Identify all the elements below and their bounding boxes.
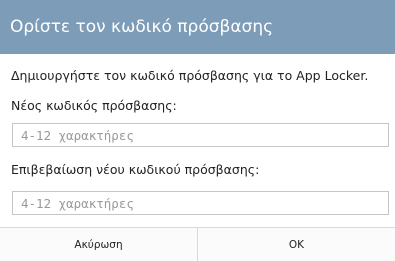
set-password-dialog: Ορίστε τον κωδικό πρόσβασης Δημιουργήστε… (0, 0, 395, 261)
confirm-password-field[interactable] (12, 191, 389, 215)
ok-button[interactable]: OK (197, 228, 395, 261)
new-password-label: Νέος κωδικός πρόσβασης: (11, 98, 177, 113)
confirm-password-label: Επιβεβαίωση νέου κωδικού πρόσβασης: (11, 162, 260, 177)
dialog-buttons: Ακύρωση OK (0, 227, 395, 261)
cancel-button[interactable]: Ακύρωση (0, 228, 197, 261)
new-password-field[interactable] (12, 123, 389, 147)
dialog-description: Δημιουργήστε τον κωδικό πρόσβασης για το… (11, 68, 369, 83)
dialog-body: Δημιουργήστε τον κωδικό πρόσβασης για το… (0, 54, 395, 227)
dialog-title: Ορίστε τον κωδικό πρόσβασης (0, 0, 395, 54)
